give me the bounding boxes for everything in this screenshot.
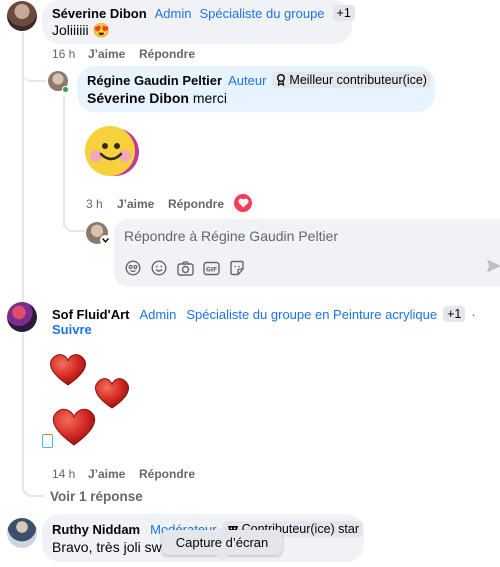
comment-time[interactable]: 16 h	[52, 47, 75, 61]
emoji-icon[interactable]	[150, 259, 168, 277]
reply-text: merci	[192, 90, 228, 106]
more-badges[interactable]: +1	[332, 5, 355, 21]
role-badge[interactable]: Admin	[139, 307, 176, 322]
comment-author[interactable]: Sof Fluid'Art	[52, 307, 129, 322]
thread-connector	[22, 32, 46, 82]
like-button[interactable]: J’aime	[88, 467, 125, 481]
avatar[interactable]	[7, 1, 37, 31]
online-status-icon	[62, 86, 69, 93]
comment-author[interactable]: Séverine Dibon	[52, 6, 147, 21]
sticker-icon[interactable]	[228, 259, 246, 277]
avatar[interactable]	[7, 302, 37, 332]
avatar-sticker-icon[interactable]	[124, 259, 142, 277]
view-replies-link[interactable]: Voir 1 réponse	[50, 489, 143, 504]
chevron-down-icon[interactable]	[100, 235, 110, 245]
like-button[interactable]: J’aime	[117, 197, 154, 211]
heart-reaction-icon[interactable]	[234, 194, 252, 212]
comment-author[interactable]: Ruthy Niddam	[52, 522, 140, 537]
avatar[interactable]	[7, 518, 37, 548]
mention-link[interactable]: Séverine Dibon	[87, 90, 189, 106]
specialist-badge[interactable]: Spécialiste du groupe	[200, 6, 325, 21]
reply-button[interactable]: Répondre	[139, 47, 195, 61]
thread-connector-composer	[63, 200, 85, 232]
comment-time[interactable]: 14 h	[52, 467, 75, 481]
thread-connector	[22, 337, 44, 497]
reply-author[interactable]: Régine Gaudin Peltier	[87, 73, 222, 88]
smiley-sticker-image[interactable]	[82, 124, 142, 180]
reply-input[interactable]: Répondre à Régine Gaudin Peltier	[124, 228, 338, 244]
svg-text:GIF: GIF	[205, 266, 216, 273]
screenshot-tooltip: Capture d’écran	[162, 530, 282, 555]
tooltip-text: Capture d’écran	[175, 535, 269, 550]
comment-text: Bravo, très joli swi	[52, 539, 165, 555]
author-badge[interactable]: Auteur	[228, 73, 266, 88]
gif-icon[interactable]: GIF	[202, 259, 220, 277]
follow-link[interactable]: Suivre	[52, 322, 92, 337]
send-icon[interactable]	[486, 258, 500, 279]
top-contributor-label: Meilleur contributeur(ice)	[289, 73, 427, 87]
tooltip-arrow	[216, 555, 228, 561]
role-badge[interactable]: Admin	[155, 6, 192, 21]
reply-button[interactable]: Répondre	[168, 197, 224, 211]
top-contributor-badge[interactable]: Meilleur contributeur(ice)	[272, 72, 431, 88]
camera-icon[interactable]	[176, 259, 194, 277]
reply-time[interactable]: 3 h	[86, 197, 103, 211]
award-icon	[277, 74, 286, 86]
hearts-sticker-image[interactable]	[40, 350, 140, 450]
like-button[interactable]: J’aime	[88, 47, 125, 61]
specialist-badge[interactable]: Spécialiste du groupe en Peinture acryli…	[186, 307, 437, 322]
reply-button[interactable]: Répondre	[139, 467, 195, 481]
separator-dot: ·	[471, 306, 476, 322]
more-badges[interactable]: +1	[443, 306, 466, 322]
comment-text: Joliiiiii 😍	[52, 22, 110, 38]
